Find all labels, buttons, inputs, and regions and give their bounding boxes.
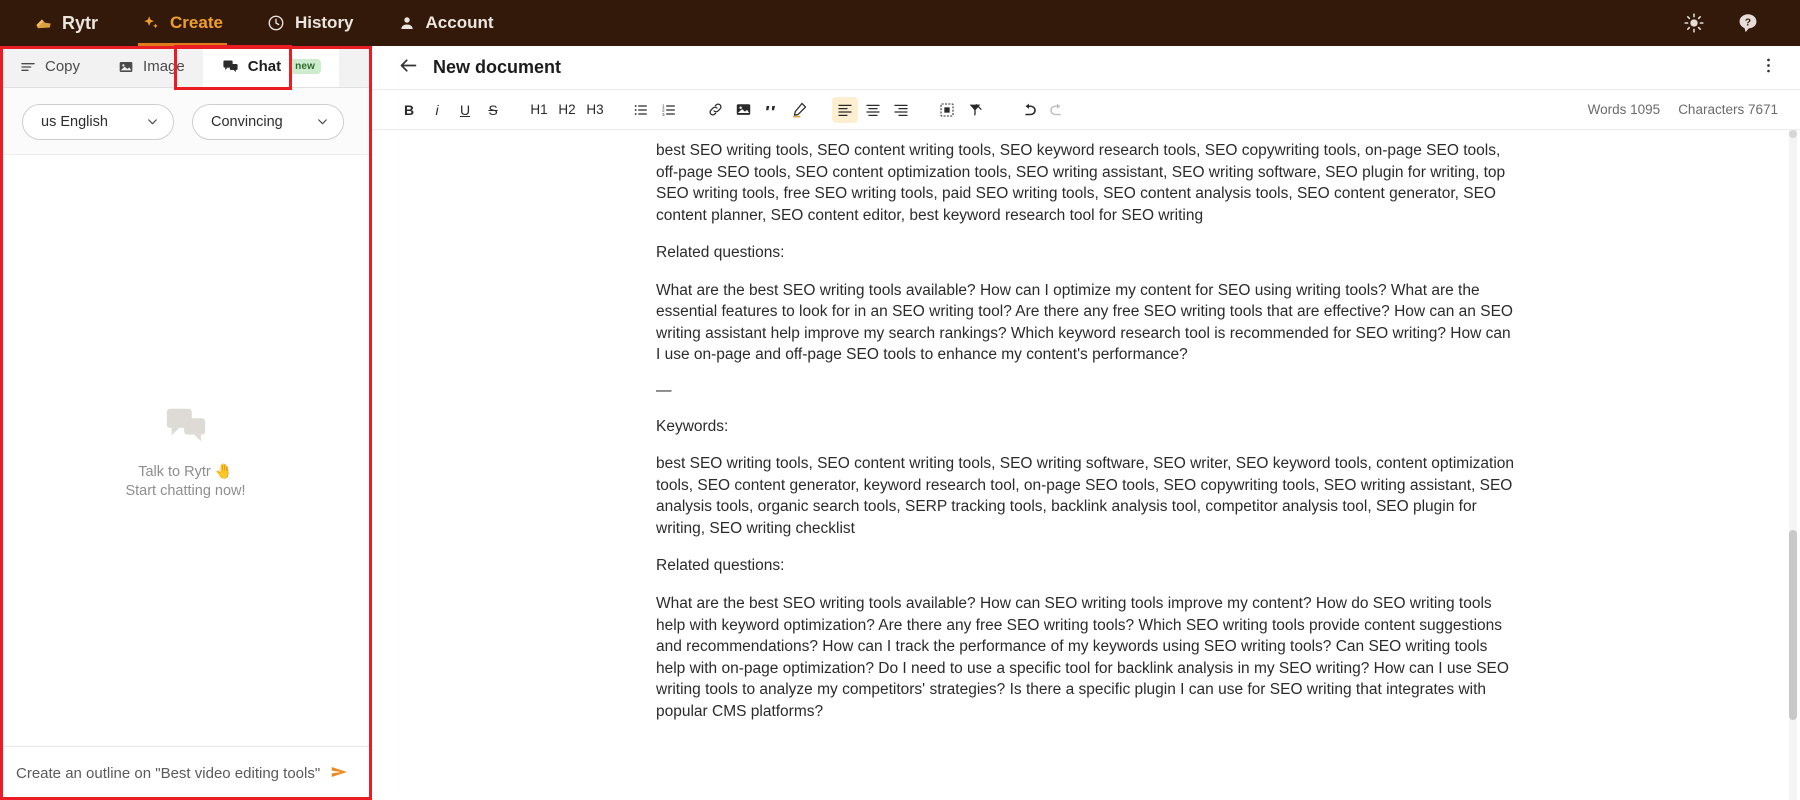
undo-button[interactable] [1016, 97, 1042, 123]
image-button[interactable] [730, 97, 756, 123]
strikethrough-button[interactable]: S [480, 97, 506, 123]
hand-wave-icon [34, 14, 53, 33]
lines-icon [18, 57, 37, 76]
bold-button[interactable]: B [396, 97, 422, 123]
tab-copy-label: Copy [45, 58, 81, 75]
formatting-toolbar: B i U S H1 H2 H3 123 Words 1095 Characte… [372, 90, 1800, 130]
scrollbar-thumb-top[interactable] [1789, 130, 1797, 138]
doc-paragraph: What are the best SEO writing tools avai… [656, 281, 1513, 364]
main-body: Copy Image Chat new us English Convincin… [0, 45, 1800, 800]
align-left-button[interactable] [832, 96, 858, 123]
send-arrow-icon [329, 761, 351, 786]
top-nav-actions: ? [1682, 11, 1778, 35]
sparkle-icon [142, 14, 161, 33]
nav-item-create-label: Create [170, 13, 223, 32]
doc-divider: — [656, 381, 672, 399]
document-header: New document [372, 46, 1800, 90]
empty-state-title: Talk to Rytr 🤚 [138, 464, 233, 480]
doc-paragraph: best SEO writing tools, SEO content writ… [656, 455, 1515, 537]
nav-item-rytr-label: Rytr [62, 12, 99, 33]
svg-text:3: 3 [662, 112, 665, 117]
tab-image-label: Image [143, 58, 185, 75]
tab-image[interactable]: Image [98, 46, 203, 87]
chevron-down-icon [316, 115, 329, 130]
heading-2-button[interactable]: H2 [554, 97, 580, 123]
panel-selects-row: us English Convincing [0, 88, 371, 154]
left-tool-panel: Copy Image Chat new us English Convincin… [0, 45, 372, 800]
tab-copy[interactable]: Copy [0, 46, 98, 87]
heading-1-button[interactable]: H1 [526, 97, 552, 123]
chat-bubble-icon [221, 57, 240, 76]
brightness-icon[interactable] [1682, 11, 1706, 35]
chat-message-area: Talk to Rytr 🤚 Start chatting now! [0, 154, 371, 746]
send-button[interactable] [323, 757, 357, 791]
quote-button[interactable] [758, 97, 784, 123]
nav-item-account[interactable]: Account [376, 0, 516, 46]
language-select-value: us English [41, 114, 108, 130]
clear-format-button[interactable] [962, 97, 988, 123]
svg-text:?: ? [1745, 17, 1751, 28]
person-icon [398, 14, 417, 33]
heading-3-button[interactable]: H3 [582, 97, 608, 123]
nav-item-history-label: History [294, 13, 354, 32]
redo-button[interactable] [1044, 97, 1070, 123]
nav-item-rytr[interactable]: Rytr [22, 0, 120, 46]
character-count: Characters 7671 [1678, 102, 1778, 117]
doc-paragraph: Keywords: [656, 417, 729, 435]
italic-button[interactable]: i [424, 97, 450, 123]
nav-item-history[interactable]: History [245, 0, 376, 46]
top-navigation-bar: Rytr Create History Account ? [0, 0, 1800, 46]
kebab-menu-icon[interactable] [1759, 56, 1778, 79]
scrollbar-thumb[interactable] [1789, 530, 1797, 720]
nav-item-create[interactable]: Create [120, 0, 245, 46]
chat-bubble-icon [163, 402, 209, 453]
nav-item-account-label: Account [425, 13, 494, 32]
chevron-down-icon [146, 115, 159, 130]
doc-paragraph: What are the best SEO writing tools avai… [656, 594, 1509, 720]
page-title: New document [433, 57, 562, 77]
language-select[interactable]: us English [22, 104, 174, 140]
numbered-list-button[interactable]: 123 [656, 97, 682, 123]
chat-empty-state: Talk to Rytr 🤚 Start chatting now! [125, 402, 246, 499]
document-editor: New document B i U S H1 H2 H3 1 2 3 Word… [372, 46, 1800, 800]
top-nav-items: Rytr Create History Account [22, 0, 516, 46]
underline-button[interactable]: U [452, 97, 478, 123]
tone-select[interactable]: Convincing [192, 104, 344, 140]
help-icon[interactable]: ? [1736, 11, 1760, 35]
document-scroll-area[interactable]: best SEO writing tools, SEO content writ… [372, 130, 1800, 800]
highlighter-button[interactable] [786, 97, 812, 123]
tab-chat[interactable]: Chat new [202, 46, 340, 87]
link-button[interactable] [702, 97, 728, 123]
insert-block-button[interactable] [934, 97, 960, 123]
document-content[interactable]: best SEO writing tools, SEO content writ… [636, 140, 1536, 722]
image-icon [116, 57, 135, 76]
chat-input-row [0, 746, 371, 800]
align-center-button[interactable] [860, 97, 886, 123]
document-counts: Words 1095 Characters 7671 [1588, 102, 1778, 117]
doc-paragraph: best SEO writing tools, SEO content writ… [656, 142, 1506, 224]
bullet-list-button[interactable] [628, 97, 654, 123]
empty-state-icon-wrap [125, 402, 245, 453]
chat-input[interactable] [16, 765, 323, 782]
clock-icon [267, 14, 286, 33]
doc-paragraph: Related questions: [656, 244, 785, 262]
tab-chat-label: Chat [247, 58, 282, 75]
chat-new-badge: new [289, 59, 322, 74]
tone-select-value: Convincing [211, 114, 283, 130]
panel-tab-bar: Copy Image Chat new [0, 46, 371, 88]
align-right-button[interactable] [888, 97, 914, 123]
empty-state-subtitle: Start chatting now! [125, 483, 246, 499]
word-count: Words 1095 [1587, 102, 1661, 117]
doc-paragraph: Related questions: [656, 557, 785, 575]
back-arrow-icon[interactable] [398, 55, 419, 80]
